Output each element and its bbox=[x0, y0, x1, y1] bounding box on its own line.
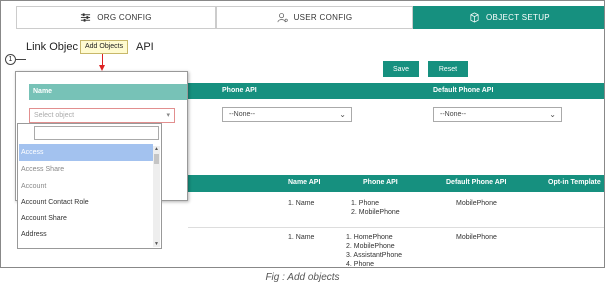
col-opt-in-template: Opt-in Template bbox=[548, 179, 601, 186]
option-account-share[interactable]: Account Share bbox=[19, 210, 153, 227]
header-default-phone-api: Default Phone API bbox=[433, 87, 494, 94]
scroll-down-icon[interactable]: ▼ bbox=[153, 241, 160, 247]
object-options-list[interactable]: Access Access Share Account Account Cont… bbox=[17, 123, 162, 249]
tab-label: OBJECT SETUP bbox=[486, 13, 550, 22]
col-default-phone-api: Default Phone API bbox=[446, 179, 507, 186]
row-default: MobilePhone bbox=[456, 234, 497, 241]
tab-object-setup[interactable]: OBJECT SETUP bbox=[413, 6, 604, 29]
row-default: MobilePhone bbox=[456, 200, 497, 207]
row-phone-api-1: 1. HomePhone bbox=[346, 234, 393, 241]
scroll-thumb[interactable] bbox=[154, 154, 159, 164]
row-phone-api-1: 1. Phone bbox=[351, 200, 380, 207]
caret-down-icon: ▾ bbox=[166, 112, 170, 119]
add-objects-tooltip: Add Objects bbox=[80, 40, 129, 54]
user-gear-icon bbox=[277, 13, 288, 23]
sliders-icon bbox=[81, 13, 91, 22]
object-search-input[interactable] bbox=[34, 126, 159, 140]
panel-header-name: Name bbox=[29, 84, 187, 100]
row-phone-api-3: 3. AssistantPhone bbox=[346, 252, 403, 259]
row-phone-api-2: 2. MobilePhone bbox=[351, 209, 400, 216]
row-phone-api-4: 4. Phone bbox=[346, 261, 375, 268]
header-phone-api: Phone API bbox=[222, 87, 257, 94]
row-divider bbox=[188, 227, 604, 228]
option-access-share[interactable]: Access Share bbox=[19, 161, 153, 178]
chevron-down-icon: ⌄ bbox=[339, 110, 346, 119]
option-address[interactable]: Address bbox=[19, 226, 153, 243]
app-frame: ORG CONFIG USER CONFIG OBJECT SETUP Link… bbox=[0, 0, 605, 268]
tab-bar: ORG CONFIG USER CONFIG OBJECT SETUP bbox=[16, 6, 604, 29]
object-select-placeholder: Select object bbox=[34, 112, 75, 119]
col-phone-api: Phone API bbox=[363, 179, 398, 186]
save-button[interactable]: Save bbox=[383, 61, 419, 77]
row-phone-api-2: 2. MobilePhone bbox=[346, 243, 395, 250]
col-name-api: Name API bbox=[288, 179, 321, 186]
cube-icon bbox=[470, 12, 479, 23]
reset-button[interactable]: Reset bbox=[428, 61, 468, 77]
phone-api-select[interactable]: --None-- ⌄ bbox=[222, 107, 352, 122]
callout-arrow-icon bbox=[99, 65, 105, 71]
chevron-down-icon: ⌄ bbox=[549, 110, 556, 119]
scroll-up-icon[interactable]: ▲ bbox=[153, 146, 160, 152]
default-phone-api-value: --None-- bbox=[440, 111, 467, 118]
step-connector bbox=[16, 59, 26, 60]
tab-user-config[interactable]: USER CONFIG bbox=[216, 6, 413, 29]
step-marker: 1 bbox=[5, 54, 16, 65]
option-account[interactable]: Account bbox=[19, 178, 153, 195]
option-account-contact-role[interactable]: Account Contact Role bbox=[19, 194, 153, 211]
row-name-api: 1. Name bbox=[288, 200, 315, 207]
default-phone-api-select[interactable]: --None-- ⌄ bbox=[433, 107, 562, 122]
phone-api-value: --None-- bbox=[229, 111, 256, 118]
title-end: API bbox=[135, 41, 154, 53]
figure-caption: Fig : Add objects bbox=[265, 272, 340, 283]
tab-label: USER CONFIG bbox=[293, 13, 353, 22]
object-select[interactable]: Select object ▾ bbox=[29, 108, 175, 123]
title-start: Link Objec bbox=[26, 41, 78, 53]
list-scrollbar[interactable]: ▲ ▼ bbox=[153, 146, 160, 247]
option-access[interactable]: Access bbox=[19, 144, 153, 161]
tab-label: ORG CONFIG bbox=[97, 13, 152, 22]
tab-org-config[interactable]: ORG CONFIG bbox=[16, 6, 216, 29]
row-name-api: 1. Name bbox=[288, 234, 315, 241]
